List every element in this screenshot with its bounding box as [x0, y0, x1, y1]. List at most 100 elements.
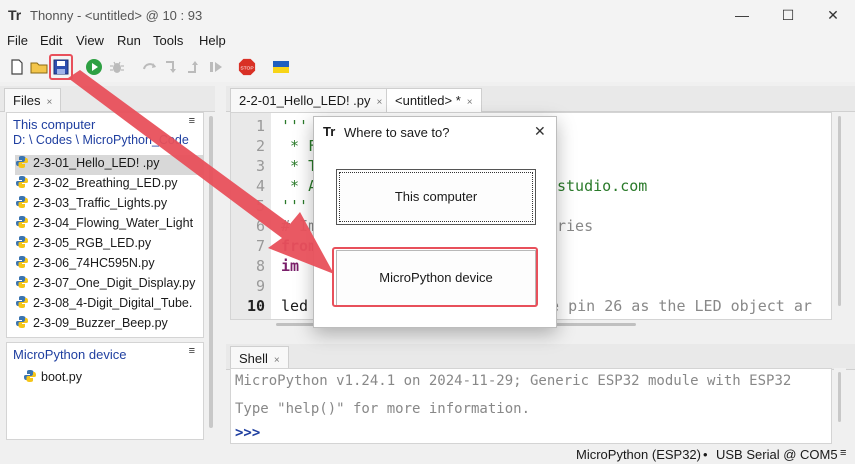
close-icon[interactable]: × [274, 355, 280, 366]
tab-hello-led[interactable]: 2-2-01_Hello_LED! .py × [230, 88, 392, 112]
close-icon[interactable]: × [377, 97, 383, 108]
line-number: 2 [255, 137, 265, 155]
step-out-icon[interactable] [185, 58, 203, 76]
menu-tools[interactable]: Tools [153, 33, 183, 48]
stop-icon[interactable]: STOP [238, 58, 256, 76]
computer-header[interactable]: This computer [13, 117, 95, 132]
code-line: led [281, 297, 309, 315]
interpreter-status[interactable]: MicroPython (ESP32) [576, 447, 701, 462]
code-line: studio.com [557, 177, 648, 195]
python-file-icon [16, 156, 28, 168]
close-icon[interactable]: × [467, 97, 473, 108]
file-item[interactable]: 2-3-02_Breathing_LED.py [15, 175, 203, 195]
tab-untitled[interactable]: <untitled> * × [386, 88, 482, 112]
step-over-icon[interactable] [141, 58, 159, 76]
code-line: * A [281, 177, 318, 195]
code-line: ries [557, 217, 594, 235]
line-number: 1 [255, 117, 265, 135]
python-file-icon [16, 216, 28, 228]
file-item[interactable]: 2-3-01_Hello_LED! .py [15, 155, 203, 175]
file-name: 2-3-07_One_Digit_Display.py [33, 276, 196, 290]
device-highlight-box [332, 247, 538, 307]
file-name: 2-3-01_Hello_LED! .py [33, 156, 160, 170]
line-number: 7 [255, 237, 265, 255]
menu-run[interactable]: Run [117, 33, 141, 48]
device-header[interactable]: MicroPython device [13, 347, 126, 362]
files-tabstrip: Files × [0, 86, 215, 112]
shell-console[interactable]: MicroPython v1.24.1 on 2024-11-29; Gener… [230, 368, 832, 444]
save-highlight-box [49, 54, 73, 80]
status-separator: • [703, 447, 708, 462]
menu-help[interactable]: Help [199, 33, 226, 48]
debug-icon[interactable] [108, 58, 126, 76]
code-line: from [281, 237, 318, 255]
file-name: 2-3-04_Flowing_Water_Light [33, 216, 194, 230]
maximize-button[interactable]: ☐ [773, 4, 803, 26]
dialog-close-button[interactable]: ✕ [534, 123, 546, 140]
file-item[interactable]: 2-3-06_74HC595N.py [15, 255, 203, 275]
menu-view[interactable]: View [76, 33, 104, 48]
line-number: 8 [255, 257, 265, 275]
menu-icon[interactable]: ≡ [189, 345, 195, 357]
python-file-icon [16, 276, 28, 288]
tab-label: <untitled> * [395, 93, 461, 108]
files-scrollbar[interactable] [206, 112, 216, 438]
shell-vscrollbar[interactable] [834, 368, 846, 444]
computer-path-breadcrumb[interactable]: D: \ Codes \ MicroPython_Code [13, 133, 189, 147]
tab-shell[interactable]: Shell × [230, 346, 289, 370]
editor-vscrollbar[interactable] [834, 112, 846, 330]
step-into-icon[interactable] [163, 58, 181, 76]
shell-help-line: Type "help()" for more information. [235, 401, 531, 417]
close-icon[interactable]: × [46, 97, 52, 108]
file-name: 2-3-02_Breathing_LED.py [33, 176, 178, 190]
toolbar: STOP [0, 52, 855, 82]
file-item[interactable]: 2-3-05_RGB_LED.py [15, 235, 203, 255]
window-title: Thonny - <untitled> @ 10 : 93 [30, 8, 203, 23]
code-line: * T [281, 157, 318, 175]
tab-label: 2-2-01_Hello_LED! .py [239, 93, 371, 108]
run-icon[interactable] [85, 58, 103, 76]
resume-icon[interactable] [207, 58, 225, 76]
code-line: im [281, 257, 300, 275]
tab-files[interactable]: Files × [4, 88, 62, 112]
open-file-icon[interactable] [30, 58, 48, 76]
files-pane-device: MicroPython device ≡ boot.py [6, 342, 204, 440]
menu-edit[interactable]: Edit [40, 33, 62, 48]
code-line: ''' [281, 197, 309, 215]
menu-icon[interactable]: ≡ [189, 115, 195, 127]
port-status[interactable]: USB Serial @ COM5 [716, 447, 838, 462]
file-name: boot.py [41, 370, 83, 384]
python-file-icon [24, 370, 36, 382]
new-file-icon[interactable] [8, 58, 26, 76]
file-item[interactable]: 2-3-08_4-Digit_Digital_Tube. [15, 295, 203, 315]
shell-prompt[interactable]: >>> [235, 425, 260, 441]
line-number: 6 [255, 217, 265, 235]
python-file-icon [16, 176, 28, 188]
code-line: ''' [281, 117, 309, 135]
python-file-icon [16, 296, 28, 308]
file-name: 2-3-09_Buzzer_Beep.py [33, 316, 168, 330]
code-line: te pin 26 as the LED object ar [541, 297, 812, 315]
close-window-button[interactable]: ✕ [818, 4, 848, 26]
file-item[interactable]: 2-3-04_Flowing_Water_Light [15, 215, 203, 235]
thonny-icon: Tr [323, 124, 336, 139]
minimize-button[interactable]: — [727, 4, 757, 26]
file-name: 2-3-03_Traffic_Lights.py [33, 196, 168, 210]
file-item[interactable]: 2-3-03_Traffic_Lights.py [15, 195, 203, 215]
menu-bar: File Edit View Run Tools Help [0, 30, 855, 52]
dialog-title: Where to save to? [344, 125, 450, 140]
line-number: 4 [255, 177, 265, 195]
line-number: 5 [255, 197, 265, 215]
file-item[interactable]: 2-3-09_Buzzer_Beep.py [15, 315, 203, 335]
line-number-gutter: 1 2 3 4 5 6 7 8 9 10 [231, 113, 271, 319]
menu-file[interactable]: File [7, 33, 28, 48]
python-file-icon [16, 316, 28, 328]
file-item[interactable]: 2-3-07_One_Digit_Display.py [15, 275, 203, 295]
device-file-item[interactable]: boot.py [23, 369, 211, 389]
file-name: 2-3-05_RGB_LED.py [33, 236, 152, 250]
tab-shell-label: Shell [239, 351, 268, 366]
python-file-icon [16, 236, 28, 248]
this-computer-button[interactable]: This computer [336, 169, 536, 225]
flag-icon [273, 61, 289, 73]
menu-icon[interactable]: ≡ [840, 447, 846, 459]
